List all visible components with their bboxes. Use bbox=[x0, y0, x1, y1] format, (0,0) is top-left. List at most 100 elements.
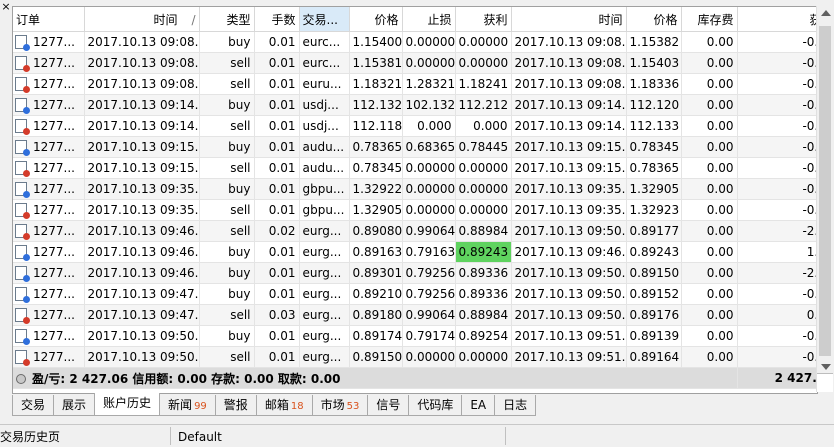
tab-2[interactable]: 账户历史 bbox=[94, 393, 161, 416]
order-status-dot bbox=[23, 275, 30, 283]
cell-profit: -0.23 bbox=[737, 52, 817, 74]
cell-profit: -0.18 bbox=[737, 199, 817, 221]
history-table: 订单 时间 / 类型 手数 交易... 价格 止损 获利 时间 价格 库存费 获利… bbox=[13, 7, 817, 389]
table-row[interactable]: 1277... 2017.10.13 09:47... buy 0.01 eurg...… bbox=[13, 283, 817, 305]
scroll-thumb[interactable] bbox=[819, 26, 831, 356]
cell-open-time: 2017.10.13 09:46... bbox=[84, 220, 200, 242]
table-row[interactable]: 1277... 2017.10.13 09:08... sell 0.01 eurc..… bbox=[13, 52, 817, 74]
tab-count-badge: 53 bbox=[346, 401, 360, 412]
tab-5[interactable]: 邮箱 18 bbox=[255, 395, 313, 416]
cell-type: sell bbox=[199, 304, 255, 326]
tab-0[interactable]: 交易 bbox=[12, 395, 55, 416]
table-row[interactable]: 1277... 2017.10.13 09:50... sell 0.01 eurg..… bbox=[13, 346, 817, 368]
col-header-close-time[interactable]: 时间 bbox=[511, 7, 627, 32]
cell-sl: 0.68365 bbox=[402, 136, 456, 158]
tab-7[interactable]: 信号 bbox=[367, 395, 410, 416]
sell-order-icon bbox=[15, 308, 30, 325]
cell-swap: 0.00 bbox=[681, 157, 738, 179]
cell-tp: 0.000 bbox=[455, 115, 512, 137]
col-header-profit[interactable]: 获利 bbox=[737, 7, 817, 32]
col-header-swap[interactable]: 库存费 bbox=[681, 7, 738, 32]
tab-1[interactable]: 展示 bbox=[53, 395, 96, 416]
summary-icon bbox=[16, 374, 26, 384]
table-row[interactable]: 1277... 2017.10.13 09:14... buy 0.01 usdj...… bbox=[13, 94, 817, 116]
scroll-up-icon[interactable] bbox=[821, 10, 831, 16]
sell-order-icon bbox=[15, 224, 30, 241]
cell-close-time: 2017.10.13 09:35... bbox=[511, 178, 627, 200]
cell-close-time: 2017.10.13 09:51... bbox=[511, 346, 627, 368]
table-row[interactable]: 1277... 2017.10.13 09:47... sell 0.03 eurg..… bbox=[13, 304, 817, 326]
cell-price: 112.118 bbox=[349, 115, 403, 137]
cell-type: buy bbox=[199, 325, 255, 347]
order-number: 1277... bbox=[33, 34, 75, 49]
cell-close-time: 2017.10.13 09:50... bbox=[511, 262, 627, 284]
scroll-down-icon[interactable] bbox=[821, 364, 831, 370]
table-row[interactable]: 1277... 2017.10.13 09:15... buy 0.01 audu...… bbox=[13, 136, 817, 158]
cell-open-time: 2017.10.13 09:47... bbox=[84, 283, 200, 305]
table-row[interactable]: 1277... 2017.10.13 09:50... buy 0.01 eurg...… bbox=[13, 325, 817, 347]
cell-tp: 0.00000 bbox=[455, 346, 512, 368]
table-row[interactable]: 1277... 2017.10.13 09:14... sell 0.01 usdj..… bbox=[13, 115, 817, 137]
cell-sl: 0.99064 bbox=[402, 220, 456, 242]
order-status-dot bbox=[23, 128, 30, 136]
vertical-scrollbar[interactable] bbox=[816, 6, 834, 392]
col-header-close-price[interactable]: 价格 bbox=[626, 7, 682, 32]
cell-close-price: 1.15382 bbox=[626, 31, 682, 53]
table-row[interactable]: 1277... 2017.10.13 09:15... sell 0.01 audu..… bbox=[13, 157, 817, 179]
tab-3[interactable]: 新闻 99 bbox=[159, 395, 216, 416]
summary-total: 2 427.06 bbox=[737, 367, 817, 389]
cell-close-time: 2017.10.13 09:51... bbox=[511, 325, 627, 347]
order-number: 1277... bbox=[33, 265, 75, 280]
cell-open-time: 2017.10.13 09:15... bbox=[84, 157, 200, 179]
table-row[interactable]: 1277... 2017.10.13 09:08... buy 0.01 eurc...… bbox=[13, 31, 817, 53]
table-row[interactable]: 1277... 2017.10.13 09:46... sell 0.02 eurg..… bbox=[13, 220, 817, 242]
tab-10[interactable]: 日志 bbox=[494, 395, 537, 416]
cell-tp: 1.18241 bbox=[455, 73, 512, 95]
tab-label: 市场 bbox=[320, 398, 345, 412]
cell-swap: 0.00 bbox=[681, 199, 738, 221]
table-row[interactable]: 1277... 2017.10.13 09:35... sell 0.01 gbpu..… bbox=[13, 199, 817, 221]
cell-order: 1277... bbox=[13, 94, 85, 116]
tab-label: 展示 bbox=[62, 398, 87, 412]
cell-price: 0.89180 bbox=[349, 304, 403, 326]
col-header-sl[interactable]: 止损 bbox=[402, 7, 456, 32]
table-row[interactable]: 1277... 2017.10.13 09:08... sell 0.01 euru..… bbox=[13, 73, 817, 95]
table-row[interactable]: 1277... 2017.10.13 09:35... buy 0.01 gbpu...… bbox=[13, 178, 817, 200]
status-separator bbox=[170, 427, 171, 445]
status-left: 交易历史页 bbox=[0, 430, 61, 444]
cell-type: sell bbox=[199, 157, 255, 179]
close-panel-button[interactable]: × bbox=[1, 1, 11, 12]
cell-lots: 0.01 bbox=[254, 346, 300, 368]
cell-close-time: 2017.10.13 09:08... bbox=[511, 73, 627, 95]
col-header-price[interactable]: 价格 bbox=[349, 7, 403, 32]
col-header-lots[interactable]: 手数 bbox=[254, 7, 300, 32]
tab-6[interactable]: 市场 53 bbox=[311, 395, 369, 416]
cell-close-price: 1.18336 bbox=[626, 73, 682, 95]
cell-symbol: eurg... bbox=[299, 325, 350, 347]
sell-order-icon bbox=[15, 203, 30, 220]
tab-8[interactable]: 代码库 bbox=[408, 395, 463, 416]
tab-9[interactable]: EA bbox=[461, 395, 496, 416]
col-header-symbol[interactable]: 交易... bbox=[299, 7, 350, 32]
order-number: 1277... bbox=[33, 202, 75, 217]
cell-profit: 1.06 bbox=[737, 241, 817, 263]
cell-symbol: eurg... bbox=[299, 283, 350, 305]
col-header-open-time[interactable]: 时间 / bbox=[84, 7, 200, 32]
cell-open-time: 2017.10.13 09:14... bbox=[84, 94, 200, 116]
col-header-order[interactable]: 订单 bbox=[13, 7, 85, 32]
table-row[interactable]: 1277... 2017.10.13 09:46... buy 0.01 eurg...… bbox=[13, 241, 817, 263]
cell-sl: 0.00000 bbox=[402, 346, 456, 368]
cell-sl: 1.28321 bbox=[402, 73, 456, 95]
order-number: 1277... bbox=[33, 244, 75, 259]
account-history-grid: 订单 时间 / 类型 手数 交易... 价格 止损 获利 时间 价格 库存费 获利… bbox=[12, 6, 818, 394]
table-row[interactable]: 1277... 2017.10.13 09:46... buy 0.01 eurg...… bbox=[13, 262, 817, 284]
cell-order: 1277... bbox=[13, 73, 85, 95]
order-number: 1277... bbox=[33, 181, 75, 196]
status-profile: Default bbox=[178, 430, 222, 444]
buy-order-icon bbox=[15, 287, 30, 304]
tab-4[interactable]: 警报 bbox=[214, 395, 257, 416]
cell-profit: -0.47 bbox=[737, 325, 817, 347]
col-header-type[interactable]: 类型 bbox=[199, 7, 255, 32]
order-status-dot bbox=[23, 212, 30, 220]
col-header-tp[interactable]: 获利 bbox=[455, 7, 512, 32]
